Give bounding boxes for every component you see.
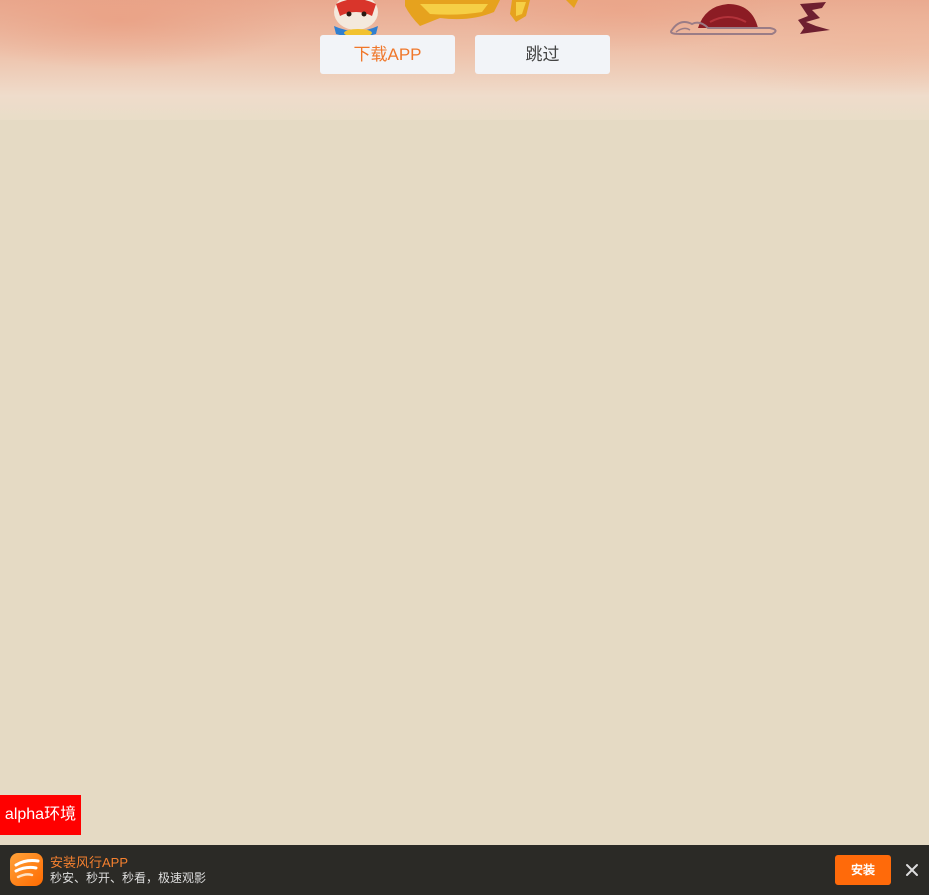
cartoon-character-art bbox=[334, 0, 378, 37]
environment-badge: alpha环境 bbox=[0, 795, 81, 835]
install-button[interactable]: 安装 bbox=[835, 855, 891, 885]
download-app-button[interactable]: 下载APP bbox=[320, 35, 455, 74]
splash-page: 下载APP 跳过 alpha环境 安装风行APP 秒安、秒开、秒看，极速观影 安… bbox=[0, 0, 929, 895]
splash-banner: 下载APP 跳过 bbox=[0, 0, 929, 120]
app-name: 安装风行APP bbox=[50, 855, 129, 870]
app-install-bar: 安装风行APP 秒安、秒开、秒看，极速观影 安装 bbox=[0, 845, 929, 895]
cloud-sun-art bbox=[670, 4, 777, 35]
calligraphy-glyph-art bbox=[798, 2, 830, 34]
close-icon[interactable] bbox=[901, 859, 923, 881]
app-slogan: 秒安、秒开、秒看，极速观影 bbox=[50, 871, 207, 885]
skip-button[interactable]: 跳过 bbox=[475, 35, 610, 74]
app-logo-icon bbox=[10, 853, 43, 886]
banner-illustration bbox=[334, 0, 830, 37]
golden-title-art bbox=[405, 0, 578, 26]
